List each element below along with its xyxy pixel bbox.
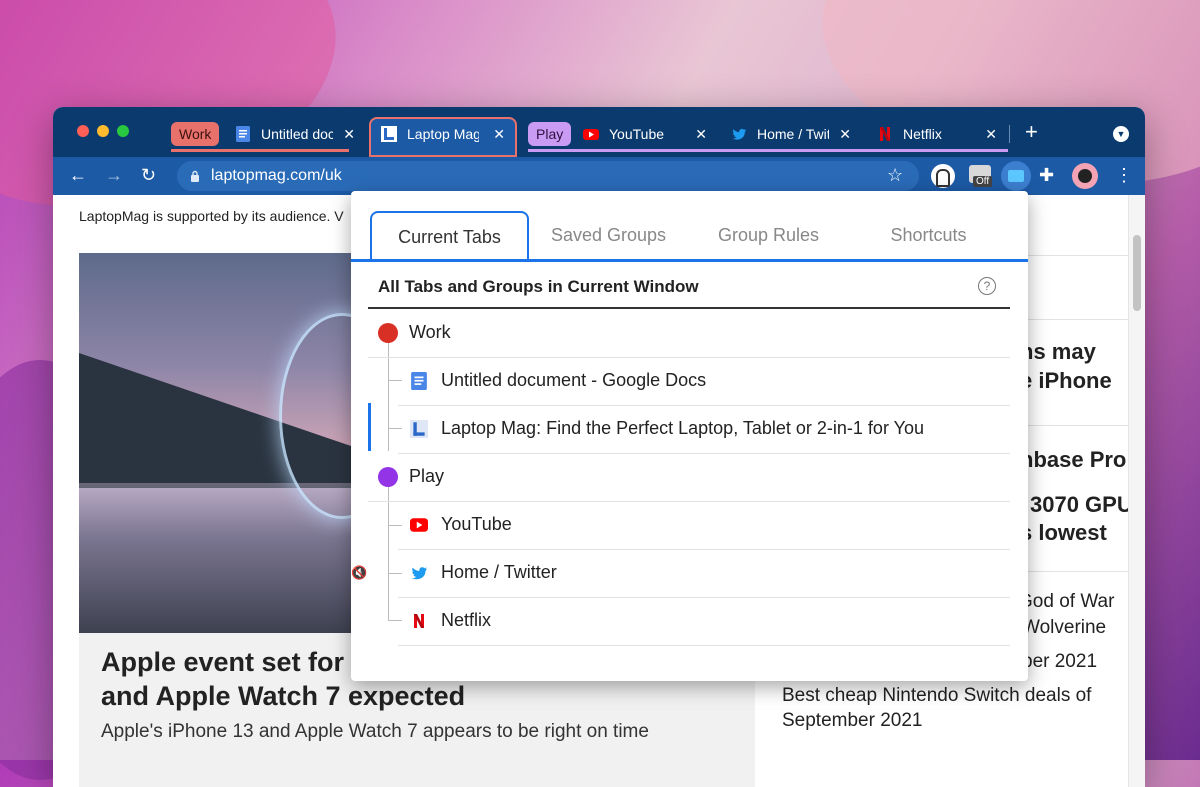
tab-row-docs[interactable]: Untitled document - Google Docs <box>398 357 1010 406</box>
tab-row-laptopmag[interactable]: Laptop Mag: Find the Perfect Laptop, Tab… <box>398 405 1010 454</box>
group-name: Play <box>409 466 445 486</box>
sidebar-link[interactable]: ber 2021 <box>1022 651 1097 673</box>
tab-netflix[interactable]: Netflix ✕ <box>877 119 997 149</box>
zoom-window-button[interactable] <box>117 125 129 137</box>
tab-group-work[interactable]: Work <box>171 122 220 146</box>
tab-title: YouTube <box>609 126 665 142</box>
tab-twitter[interactable]: Home / Twitter ✕ <box>731 119 851 149</box>
password-extension-icon[interactable] <box>931 164 955 188</box>
popup-tabs: Current Tabs Saved Groups Group Rules Sh… <box>351 191 1028 262</box>
tab-row-netflix[interactable]: Netflix <box>398 597 1010 646</box>
group-row-play[interactable]: Play <box>368 453 1010 502</box>
sidebar-headline[interactable]: e iPhone <box>1020 368 1112 394</box>
close-tab-icon[interactable]: ✕ <box>493 126 505 143</box>
tree-line <box>388 487 389 620</box>
extension-badge: Off <box>973 176 993 187</box>
group-color-dot <box>378 323 398 343</box>
address-bar[interactable]: laptopmag.com/uk ☆ <box>177 161 919 191</box>
article-subhead: Apple's iPhone 13 and Apple Watch 7 appe… <box>101 721 649 742</box>
headline-line-2: and Apple Watch 7 expected <box>101 681 466 711</box>
section-title: All Tabs and Groups in Current Window <box>378 277 699 296</box>
tab-title: Laptop Mag: Find the Perfect Laptop, Tab… <box>441 418 924 438</box>
minimize-window-button[interactable] <box>97 125 109 137</box>
active-tab-indicator <box>368 403 371 451</box>
forward-icon[interactable]: → <box>105 165 123 185</box>
tabs-underline <box>351 259 1028 262</box>
tab-row-twitter[interactable]: Home / Twitter <box>398 549 1010 598</box>
group-underline-play <box>528 149 1008 152</box>
new-tab-button[interactable]: + <box>1025 119 1038 145</box>
tab-title: Netflix <box>903 126 942 142</box>
tab-title: Netflix <box>441 610 492 630</box>
google-docs-icon <box>411 372 427 390</box>
netflix-icon <box>880 127 890 141</box>
tab-title: Home / Twitter <box>441 562 557 582</box>
lock-icon <box>191 170 199 182</box>
scrollbar[interactable] <box>1128 195 1145 787</box>
toolbar: ← → ↻ laptopmag.com/uk ☆ Off ✚ ⋮ <box>53 157 1145 195</box>
tab-strip: Work Untitled document ✕ Laptop Mag ✕ Pl… <box>53 107 1145 157</box>
close-window-button[interactable] <box>77 125 89 137</box>
sidebar-headline[interactable]: ns may <box>1020 339 1096 365</box>
laptopmag-icon <box>410 420 428 438</box>
tab-title: Laptop Mag <box>407 126 479 142</box>
group-color-dot <box>378 467 398 487</box>
support-text: LaptopMag is supported by its audience. … <box>79 208 344 224</box>
bookmark-star-icon[interactable]: ☆ <box>887 165 903 186</box>
tab-manager-popup: Current Tabs Saved Groups Group Rules Sh… <box>351 191 1028 681</box>
tab-shortcuts[interactable]: Shortcuts <box>851 211 1006 259</box>
sidebar-link[interactable]: September 2021 <box>782 710 923 732</box>
muted-audio-icon[interactable]: 🔇 <box>351 565 369 583</box>
tab-youtube[interactable]: YouTube ✕ <box>583 119 707 149</box>
tab-saved-groups[interactable]: Saved Groups <box>531 211 686 259</box>
netflix-icon <box>414 614 424 628</box>
close-tab-icon[interactable]: ✕ <box>985 126 997 143</box>
puzzle-extensions-icon[interactable]: ✚ <box>1039 165 1054 185</box>
tab-laptop-mag[interactable]: Laptop Mag ✕ <box>381 119 505 149</box>
tab-group-play[interactable]: Play <box>528 122 572 146</box>
sidebar-headline[interactable]: 3070 GPU <box>1030 492 1133 518</box>
tab-untitled-document[interactable]: Untitled document ✕ <box>235 119 355 149</box>
scrollbar-thumb[interactable] <box>1133 235 1141 311</box>
tab-manager-extension-button[interactable] <box>1001 161 1031 191</box>
twitter-icon <box>732 128 746 140</box>
twitter-icon <box>411 567 427 580</box>
tab-divider <box>1009 125 1010 143</box>
tab-search-button[interactable]: ▼ <box>1113 126 1129 142</box>
url-text: laptopmag.com/uk <box>211 167 342 184</box>
tab-row-youtube[interactable]: YouTube <box>398 501 1010 550</box>
close-tab-icon[interactable]: ✕ <box>695 126 707 143</box>
youtube-icon <box>410 518 428 532</box>
sidebar-headline[interactable]: nbase Pro <box>1020 447 1126 473</box>
reload-icon[interactable]: ↻ <box>141 165 156 185</box>
group-row-work[interactable]: Work <box>368 309 1010 358</box>
group-underline-work <box>171 149 349 152</box>
profile-avatar[interactable] <box>1072 163 1098 189</box>
youtube-icon <box>583 129 599 140</box>
sidebar-link[interactable]: Wolverine <box>1022 617 1106 639</box>
close-tab-icon[interactable]: ✕ <box>343 126 355 143</box>
tab-group-rules[interactable]: Group Rules <box>691 211 846 259</box>
tab-title: Untitled document <box>261 126 333 142</box>
sidebar-headline[interactable]: s lowest <box>1020 520 1107 546</box>
tab-title: Home / Twitter <box>757 126 829 142</box>
sidebar-link[interactable]: Best cheap Nintendo Switch deals of <box>782 685 1091 707</box>
window-controls <box>77 125 129 137</box>
help-icon[interactable]: ? <box>978 277 996 295</box>
google-docs-icon <box>236 126 250 142</box>
tab-current-tabs[interactable]: Current Tabs <box>370 211 529 261</box>
close-tab-icon[interactable]: ✕ <box>839 126 851 143</box>
back-icon[interactable]: ← <box>69 165 87 185</box>
tab-title: YouTube <box>441 514 512 534</box>
tab-title: Untitled document - Google Docs <box>441 370 707 390</box>
group-name: Work <box>409 322 451 342</box>
sidebar-link[interactable]: God of War <box>1018 591 1114 613</box>
tree-line <box>388 343 389 451</box>
laptopmag-icon <box>381 126 397 142</box>
more-menu-icon[interactable]: ⋮ <box>1115 165 1133 185</box>
